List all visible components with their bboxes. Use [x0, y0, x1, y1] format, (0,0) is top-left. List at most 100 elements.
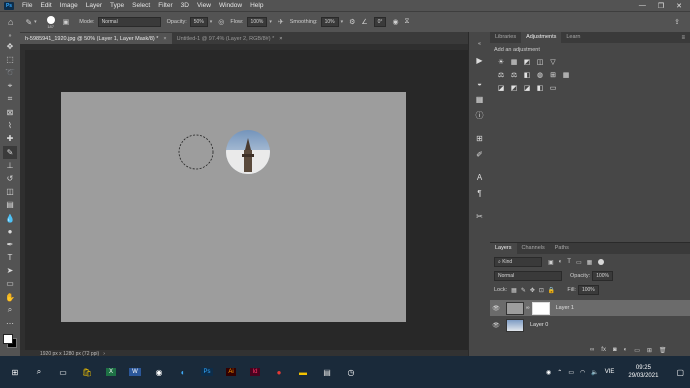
crop-tool-icon[interactable]: ⌗ — [3, 93, 17, 106]
paragraph-panel-icon[interactable]: ¶ — [473, 186, 487, 200]
mode-select[interactable]: Normal — [97, 17, 161, 27]
language-indicator[interactable]: VIE — [605, 369, 615, 375]
eraser-tool-icon[interactable]: ◫ — [3, 185, 17, 198]
invert-icon[interactable]: ◪ — [497, 84, 505, 92]
tab-layers[interactable]: Layers — [490, 243, 517, 254]
menu-select[interactable]: Select — [128, 2, 154, 9]
lasso-tool-icon[interactable]: ➰ — [3, 66, 17, 79]
color-balance-icon[interactable]: ⚖ — [510, 71, 518, 79]
chevron-down-icon[interactable]: ▾ — [210, 19, 213, 25]
tab-paths[interactable]: Paths — [550, 243, 574, 254]
chevron-down-icon[interactable]: ▾ — [341, 19, 344, 25]
history-brush-tool-icon[interactable]: ↺ — [3, 172, 17, 185]
lock-artboard-icon[interactable]: ⊡ — [539, 287, 544, 294]
link-layers-icon[interactable]: ∞ — [590, 347, 594, 354]
menu-help[interactable]: Help — [246, 2, 267, 9]
smoothing-settings-gear-icon[interactable]: ⚙ — [349, 18, 355, 26]
brush-settings-icon[interactable]: ▣ — [63, 18, 70, 26]
more-tools-icon[interactable]: ⋯ — [3, 317, 17, 330]
levels-icon[interactable]: ▦ — [510, 58, 518, 66]
hand-tool-icon[interactable]: ✋ — [3, 291, 17, 304]
play-actions-icon[interactable]: ▶ — [473, 53, 487, 67]
frame-tool-icon[interactable]: ⊠ — [3, 106, 17, 119]
task-view-icon[interactable]: ▭ — [52, 361, 74, 383]
chevron-up-icon[interactable]: ⌃ — [557, 369, 562, 376]
flow-input[interactable]: 100% — [246, 17, 268, 27]
brush-tool-icon[interactable]: ✎ ▾ — [25, 18, 36, 27]
store-icon[interactable]: 🛍 — [76, 361, 98, 383]
home-icon[interactable]: ⌂ — [8, 17, 13, 27]
swatches-panel-icon[interactable]: ▦ — [473, 92, 487, 106]
menu-file[interactable]: File — [18, 2, 36, 9]
notifications-icon[interactable]: ▢ — [676, 368, 690, 377]
chevron-down-icon[interactable]: ▾ — [269, 19, 272, 25]
eyedropper-tool-icon[interactable]: ⌇ — [3, 119, 17, 132]
photo-filter-icon[interactable]: ◍ — [536, 71, 544, 79]
app-gray-icon[interactable]: ▤ — [316, 361, 338, 383]
visibility-eye-icon[interactable]: 👁 — [490, 322, 502, 329]
fill-input[interactable]: 100% — [577, 285, 599, 295]
new-layer-icon[interactable]: ⊞ — [647, 347, 652, 354]
filter-adjustment-icon[interactable]: ◐ — [559, 259, 563, 266]
curves-icon[interactable]: ◩ — [523, 58, 531, 66]
type-tool-icon[interactable]: T — [3, 251, 17, 264]
close-button[interactable]: ✕ — [676, 2, 682, 10]
gradient-tool-icon[interactable]: ▤ — [3, 198, 17, 211]
color-panel-icon[interactable]: ◒ — [473, 76, 487, 90]
minimize-button[interactable]: — — [639, 2, 646, 10]
dodge-tool-icon[interactable]: ● — [3, 225, 17, 238]
battery-icon[interactable]: ▭ — [568, 369, 574, 376]
close-tab-icon[interactable]: × — [279, 36, 282, 42]
network-icon[interactable]: ◉ — [546, 369, 551, 376]
tab-adjustments[interactable]: Adjustments — [521, 32, 562, 43]
volume-icon[interactable]: 🔈 — [591, 369, 598, 376]
posterize-icon[interactable]: ◩ — [510, 84, 518, 92]
tab-learn[interactable]: Learn — [561, 32, 585, 43]
excel-icon[interactable]: X — [100, 361, 122, 383]
blend-mode-select[interactable]: Normal — [494, 271, 562, 281]
clone-stamp-tool-icon[interactable]: ⊥ — [3, 159, 17, 172]
maximize-button[interactable]: ❐ — [658, 2, 664, 10]
filter-smart-object-icon[interactable]: ▦ — [587, 259, 593, 266]
lock-transparent-icon[interactable]: ▦ — [511, 287, 517, 294]
link-icon[interactable]: ∞ — [526, 305, 530, 311]
pressure-opacity-icon[interactable]: ◎ — [218, 18, 224, 26]
foreground-color-swatch[interactable] — [3, 334, 13, 345]
tab-channels[interactable]: Channels — [517, 243, 550, 254]
smoothing-input[interactable]: 10% — [320, 17, 339, 27]
share-icon[interactable]: ⇪ — [674, 18, 680, 26]
lock-all-icon[interactable]: 🔒 — [548, 287, 555, 294]
airbrush-icon[interactable]: ✈ — [278, 18, 284, 26]
brush-tool-icon[interactable]: ✎ — [3, 145, 17, 159]
search-icon[interactable]: ⌕ — [28, 361, 50, 383]
adjustment-layer-icon[interactable]: ◐ — [624, 347, 628, 354]
menu-edit[interactable]: Edit — [36, 2, 55, 9]
brushes-panel-icon[interactable]: ✐ — [473, 147, 487, 161]
menu-window[interactable]: Window — [215, 2, 246, 9]
rectangle-tool-icon[interactable]: ▭ — [3, 277, 17, 290]
photoshop-taskbar-icon[interactable]: Ps — [196, 361, 218, 383]
visibility-eye-icon[interactable]: 👁 — [490, 305, 502, 312]
app-red-icon[interactable]: ● — [268, 361, 290, 383]
hue-saturation-icon[interactable]: ⚖ — [497, 71, 505, 79]
filter-pixel-icon[interactable]: ▣ — [548, 259, 554, 266]
pressure-size-icon[interactable]: ◉ — [392, 18, 398, 26]
selective-color-icon[interactable]: ◧ — [536, 84, 544, 92]
brightness-contrast-icon[interactable]: ☀ — [497, 58, 505, 66]
black-white-icon[interactable]: ◧ — [523, 71, 531, 79]
clock-app-icon[interactable]: ◷ — [340, 361, 362, 383]
chrome-icon[interactable]: ◉ — [148, 361, 170, 383]
exposure-icon[interactable]: ◫ — [536, 58, 544, 66]
toolbar-collapse-icon[interactable]: » — [3, 32, 17, 40]
path-selection-tool-icon[interactable]: ➤ — [3, 264, 17, 277]
menu-type[interactable]: Type — [106, 2, 128, 9]
panel-menu-icon[interactable]: ≡ — [681, 35, 685, 41]
quick-selection-tool-icon[interactable]: ⌖ — [3, 80, 17, 93]
healing-brush-tool-icon[interactable]: ✚ — [3, 132, 17, 145]
illustrator-icon[interactable]: Ai — [220, 361, 242, 383]
menu-image[interactable]: Image — [56, 2, 82, 9]
taskbar-clock[interactable]: 09:25 29/03/2021 — [628, 364, 676, 380]
info-panel-icon[interactable]: ⓘ — [473, 108, 487, 122]
angle-input[interactable]: 0° — [373, 17, 387, 27]
menu-filter[interactable]: Filter — [154, 2, 176, 9]
